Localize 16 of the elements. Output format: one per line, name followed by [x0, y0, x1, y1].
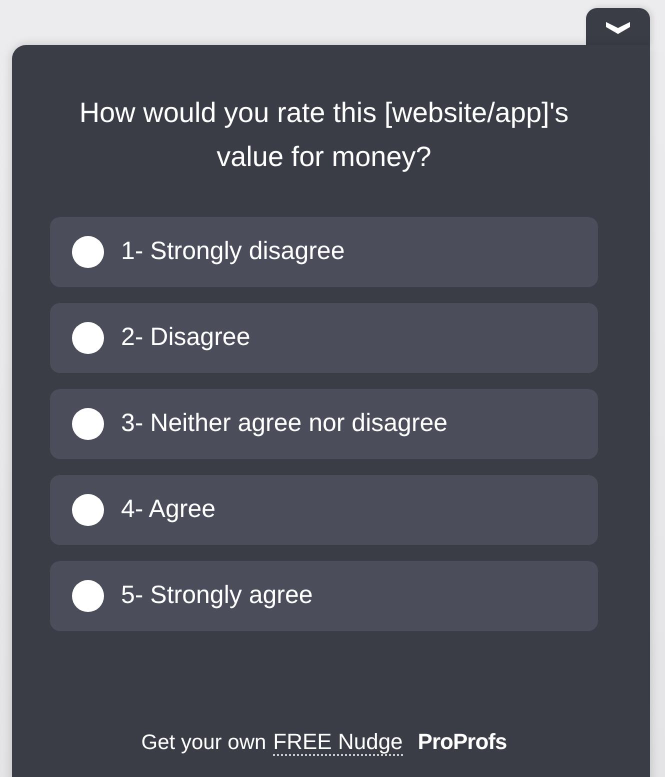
- answer-option[interactable]: 4- Agree: [50, 475, 598, 545]
- answer-option[interactable]: 5- Strongly agree: [50, 561, 598, 631]
- answer-option[interactable]: 2- Disagree: [50, 303, 598, 373]
- answer-option[interactable]: 1- Strongly disagree: [50, 217, 598, 287]
- footer-text: Get your own: [141, 730, 266, 756]
- question-text: How would you rate this [website/app]'s value for money?: [78, 96, 570, 174]
- radio-icon[interactable]: [72, 408, 104, 440]
- brand-logo-text: ProProfs: [418, 728, 507, 756]
- radio-icon[interactable]: [72, 236, 104, 268]
- radio-icon[interactable]: [72, 580, 104, 612]
- chevron-down-icon: [606, 22, 630, 34]
- collapse-button[interactable]: [586, 8, 650, 45]
- free-nudge-link[interactable]: FREE Nudge: [273, 729, 403, 756]
- radio-icon[interactable]: [72, 494, 104, 526]
- radio-icon[interactable]: [72, 322, 104, 354]
- answer-option[interactable]: 3- Neither agree nor disagree: [50, 389, 598, 459]
